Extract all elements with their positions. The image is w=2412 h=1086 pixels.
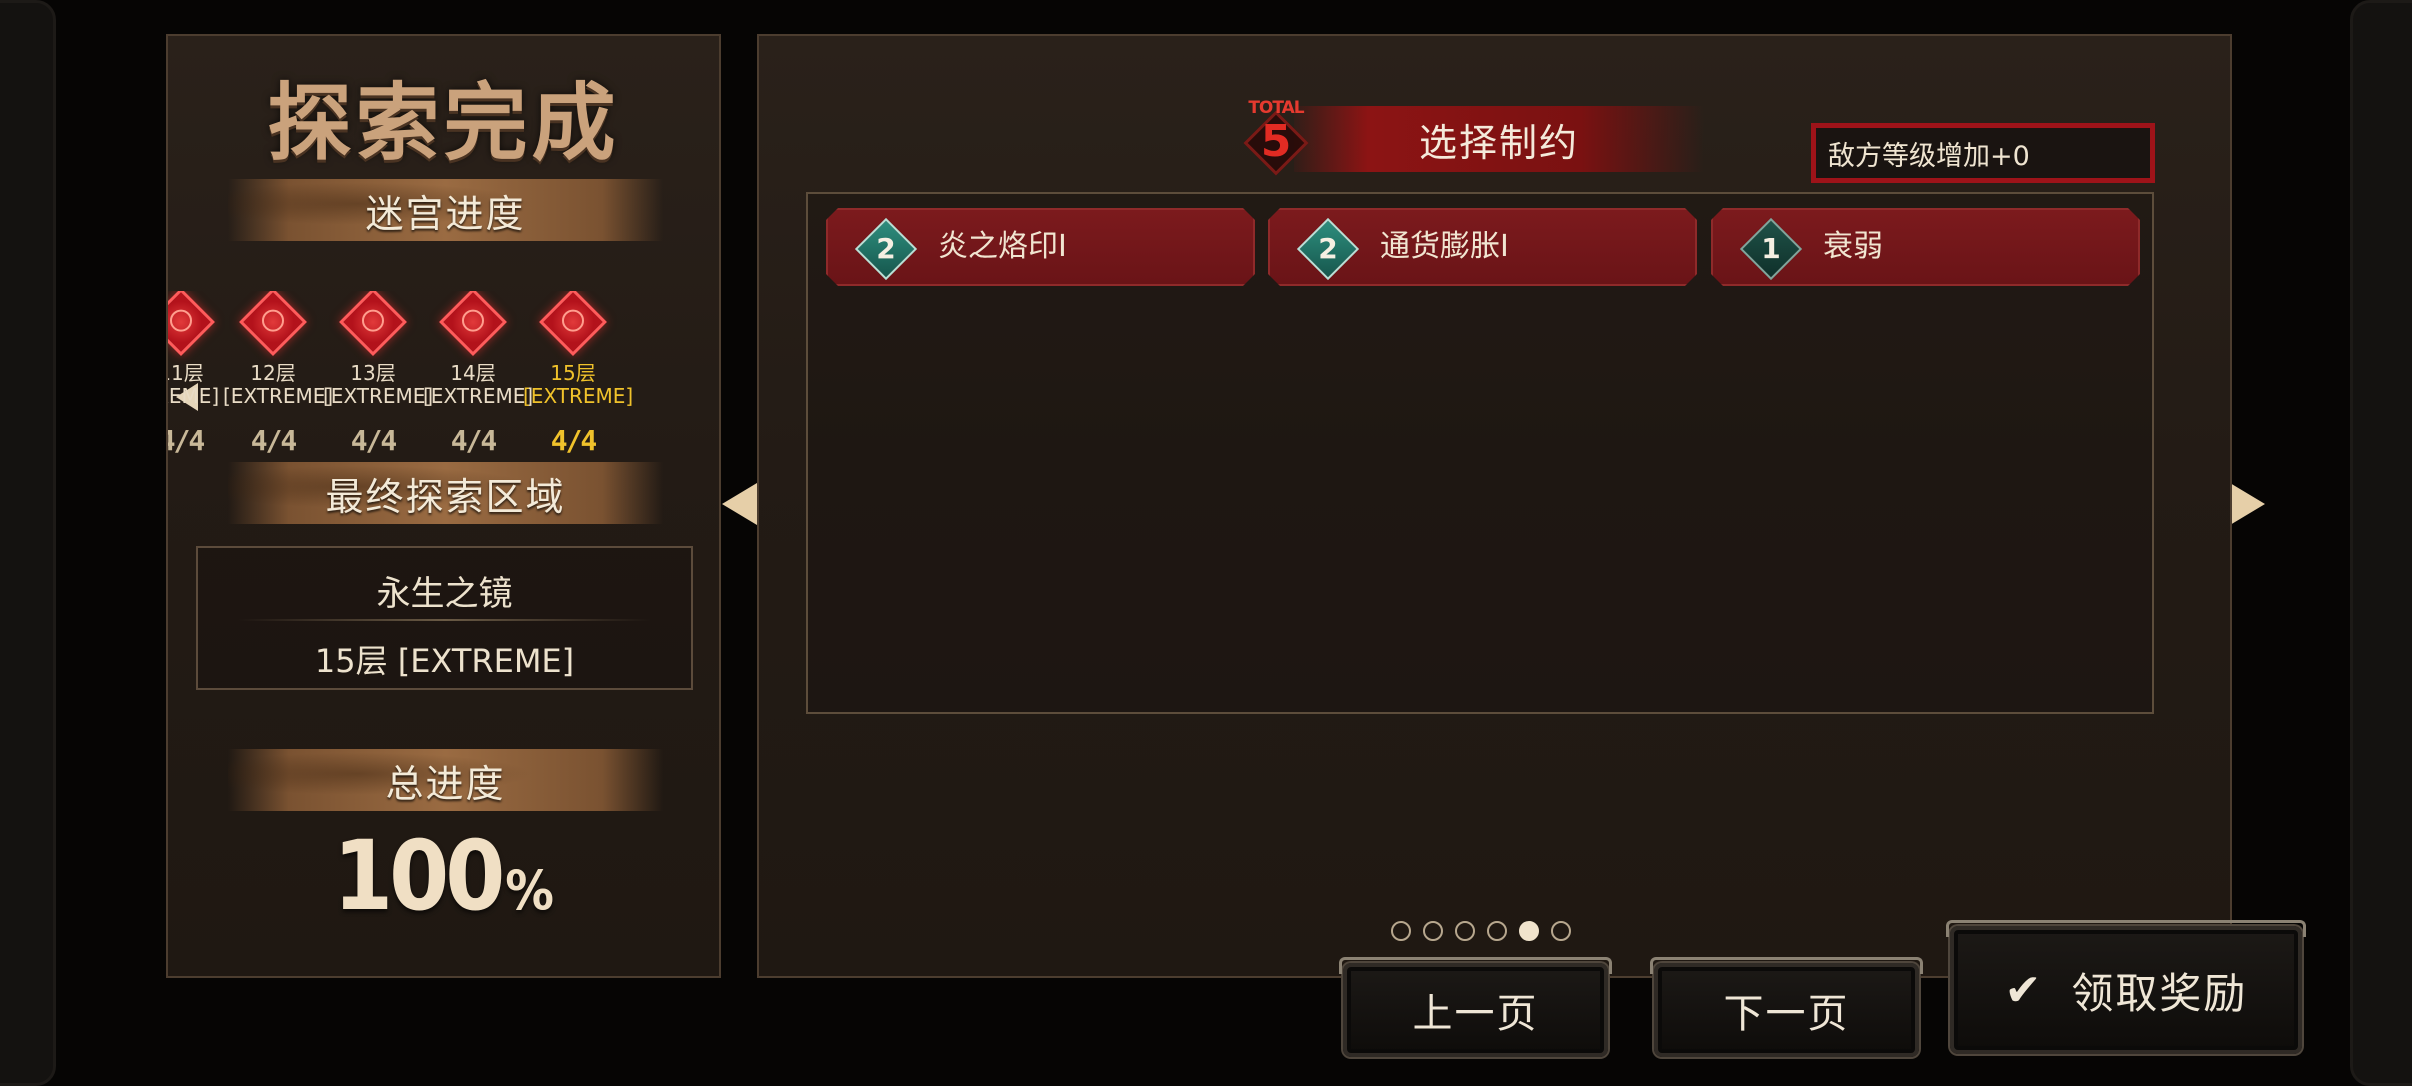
floor-diamond-icon bbox=[168, 291, 215, 356]
total-progress-unit: % bbox=[505, 859, 554, 922]
final-area-box: 永生之镜 15层 [EXTREME] bbox=[196, 546, 693, 690]
total-cost-value: 5 bbox=[1260, 116, 1292, 167]
page-dot[interactable] bbox=[1519, 921, 1539, 941]
floor-difficulty: [EXTREME] bbox=[323, 384, 434, 408]
previous-page-label: 上一页 bbox=[1412, 991, 1539, 1037]
page-dot[interactable] bbox=[1551, 921, 1571, 941]
total-progress-header: 总进度 bbox=[228, 749, 663, 811]
floor-count: 4/4 bbox=[168, 424, 205, 457]
right-frame-decoration bbox=[2350, 0, 2412, 1086]
floor-difficulty: [EXTREME] bbox=[523, 384, 634, 408]
final-area-floor: 15层 [EXTREME] bbox=[314, 642, 575, 680]
constraint-name: 衰弱 bbox=[1823, 229, 1883, 264]
claim-reward-button[interactable]: ✔ 领取奖励 bbox=[1946, 920, 2306, 1054]
final-area-header: 最终探索区域 bbox=[228, 462, 663, 524]
floor-count: 4/4 bbox=[450, 424, 498, 457]
constraint-cost: 2 bbox=[876, 232, 896, 265]
constraint-list: 2 炎之烙印I 2 通货膨胀I 1 衰弱 bbox=[806, 192, 2154, 714]
floor-item[interactable]: 13层 [EXTREME] 4/4 bbox=[323, 291, 434, 457]
floor-item[interactable]: 11层TREME] 4/4 bbox=[168, 291, 231, 457]
floor-label: 11层 bbox=[168, 361, 204, 385]
page-dot[interactable] bbox=[1455, 921, 1475, 941]
total-cost-badge: 5 TOTAL bbox=[1241, 98, 1311, 176]
floor-diamond-icon bbox=[539, 291, 607, 356]
page-dot[interactable] bbox=[1423, 921, 1443, 941]
constraint-name: 炎之烙印I bbox=[938, 229, 1067, 264]
next-page-label: 下一页 bbox=[1723, 991, 1850, 1037]
floor-item[interactable]: 15层 [EXTREME] 4/4 bbox=[523, 291, 634, 457]
constraint-card[interactable]: 2 炎之烙印I bbox=[826, 208, 1255, 286]
floor-label: 13层 bbox=[350, 361, 396, 385]
floor-difficulty: [EXTREME] bbox=[223, 384, 334, 408]
page-dot[interactable] bbox=[1487, 921, 1507, 941]
floor-diamond-icon bbox=[339, 291, 407, 356]
enemy-level-indicator: 敌方等级增加+0 bbox=[1811, 123, 2155, 183]
constraint-selection-panel: 选择制约 5 TOTAL 敌方等级增加+0 2 炎之烙印I 2 通货膨胀I 1 衰弱 bbox=[757, 34, 2232, 978]
constraint-card[interactable]: 2 通货膨胀I bbox=[1268, 208, 1697, 286]
checkmark-icon: ✔ bbox=[2004, 964, 2044, 1016]
floor-difficulty: [EXTREME] bbox=[423, 384, 534, 408]
maze-progress-header: 迷宫进度 bbox=[228, 179, 663, 241]
floor-label: 12层 bbox=[250, 361, 296, 385]
exploration-summary-panel: 探索完成 迷宫进度 11层TREME]4/412层[EXTREME]4/413层… bbox=[166, 34, 721, 978]
total-progress-number: 100 bbox=[333, 820, 505, 932]
floor-diamond-icon bbox=[239, 291, 307, 356]
previous-page-button[interactable]: 上一页 bbox=[1339, 957, 1612, 1057]
final-area-name: 永生之镜 bbox=[376, 574, 513, 614]
floor-label: 14层 bbox=[450, 361, 496, 385]
constraint-cost: 1 bbox=[1761, 232, 1781, 265]
floor-progress-list: 11层TREME]4/412层[EXTREME]4/413层[EXTREME]4… bbox=[168, 291, 723, 466]
next-page-button[interactable]: 下一页 bbox=[1650, 957, 1923, 1057]
page-indicator bbox=[1391, 921, 1571, 941]
left-frame-decoration bbox=[0, 0, 56, 1086]
floor-item[interactable]: 14层 [EXTREME] 4/4 bbox=[423, 291, 534, 457]
exploration-complete-title: 探索完成 bbox=[267, 73, 620, 172]
floor-diamond-icon bbox=[439, 291, 507, 356]
floor-count: 4/4 bbox=[350, 424, 398, 457]
constraint-name: 通货膨胀I bbox=[1380, 229, 1509, 264]
constraint-cost: 2 bbox=[1318, 232, 1338, 265]
floor-count: 4/4 bbox=[550, 424, 598, 457]
floor-difficulty: TREME] bbox=[168, 384, 220, 408]
constraint-card[interactable]: 1 衰弱 bbox=[1711, 208, 2140, 286]
claim-reward-label: 领取奖励 bbox=[2071, 968, 2248, 1018]
divider bbox=[238, 619, 651, 621]
floor-count: 4/4 bbox=[250, 424, 298, 457]
select-constraint-title: 选择制约 bbox=[1294, 106, 1704, 172]
total-progress-value: 100% bbox=[168, 820, 719, 932]
floor-item[interactable]: 12层 [EXTREME] 4/4 bbox=[223, 291, 334, 457]
page-dot[interactable] bbox=[1391, 921, 1411, 941]
floor-label: 15层 bbox=[550, 361, 596, 385]
total-cost-label: TOTAL bbox=[1248, 98, 1304, 118]
